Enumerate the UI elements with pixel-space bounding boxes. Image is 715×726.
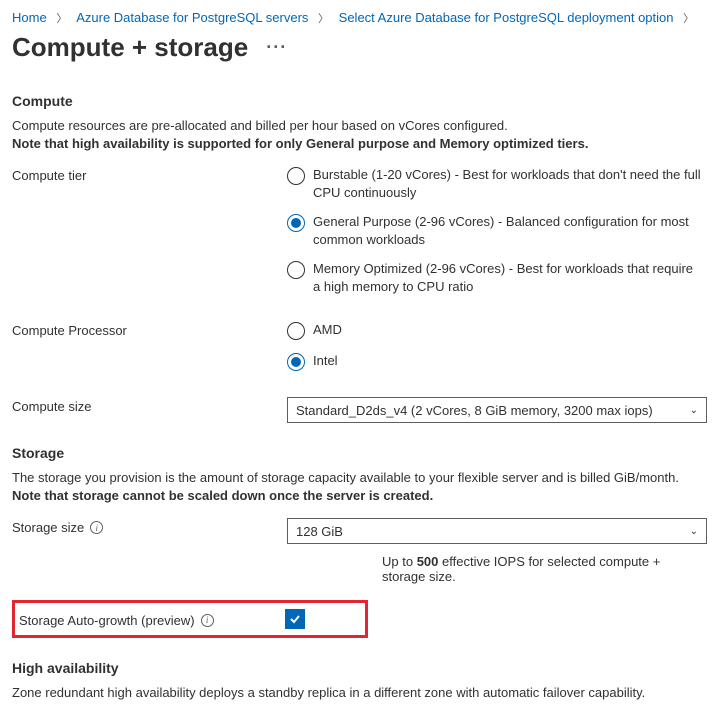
chevron-right-icon: 〉 [318,10,329,26]
storage-size-select[interactable]: 128 GiB ⌄ [287,518,707,544]
chevron-right-icon: 〉 [56,10,67,26]
radio-intel[interactable]: Intel [287,352,703,371]
storage-auto-growth-label: Storage Auto-growth (preview) i [19,611,285,628]
compute-size-select[interactable]: Standard_D2ds_v4 (2 vCores, 8 GiB memory… [287,397,707,423]
radio-icon [287,214,305,232]
radio-memory-optimized[interactable]: Memory Optimized (2-96 vCores) - Best fo… [287,260,703,295]
page-title-text: Compute + storage [12,32,248,63]
breadcrumb: Home 〉 Azure Database for PostgreSQL ser… [12,10,703,26]
chevron-down-icon: ⌄ [690,526,698,537]
storage-description: The storage you provision is the amount … [12,469,703,504]
storage-auto-growth-text: Storage Auto-growth (preview) [19,613,195,628]
iops-value: 500 [417,554,439,569]
radio-general-purpose[interactable]: General Purpose (2-96 vCores) - Balanced… [287,213,703,248]
more-actions-button[interactable]: ··· [266,37,287,58]
compute-tier-label: Compute tier [12,166,287,183]
compute-processor-label: Compute Processor [12,321,287,338]
storage-auto-growth-row: Storage Auto-growth (preview) i [12,600,368,638]
radio-icon [287,261,305,279]
storage-desc-line1: The storage you provision is the amount … [12,470,679,485]
compute-description: Compute resources are pre-allocated and … [12,117,703,152]
radio-label: General Purpose (2-96 vCores) - Balanced… [313,213,703,248]
storage-size-label: Storage size i [12,518,287,535]
radio-label: Burstable (1-20 vCores) - Best for workl… [313,166,703,201]
compute-desc-line1: Compute resources are pre-allocated and … [12,118,508,133]
breadcrumb-postgres-servers[interactable]: Azure Database for PostgreSQL servers [76,10,308,25]
storage-size-label-text: Storage size [12,520,84,535]
radio-label: Memory Optimized (2-96 vCores) - Best fo… [313,260,703,295]
radio-icon [287,353,305,371]
high-availability-description: Zone redundant high availability deploys… [12,684,703,702]
breadcrumb-home[interactable]: Home [12,10,47,25]
radio-icon [287,322,305,340]
radio-label: Intel [313,352,338,370]
iops-note: Up to 500 effective IOPS for selected co… [12,554,703,584]
compute-processor-group: AMD Intel [287,321,703,383]
select-value: Standard_D2ds_v4 (2 vCores, 8 GiB memory… [296,403,653,418]
compute-size-label: Compute size [12,397,287,414]
chevron-right-icon: 〉 [683,10,694,26]
storage-heading: Storage [12,445,703,461]
radio-icon [287,167,305,185]
storage-auto-growth-checkbox[interactable] [285,609,305,629]
compute-heading: Compute [12,93,703,109]
info-icon[interactable]: i [201,614,214,627]
info-icon[interactable]: i [90,521,103,534]
select-value: 128 GiB [296,524,343,539]
iops-pre: Up to [382,554,417,569]
chevron-down-icon: ⌄ [690,405,698,416]
radio-amd[interactable]: AMD [287,321,703,340]
compute-desc-line2: Note that high availability is supported… [12,136,588,151]
radio-burstable[interactable]: Burstable (1-20 vCores) - Best for workl… [287,166,703,201]
radio-label: AMD [313,321,342,339]
page-title: Compute + storage ··· [12,32,703,63]
high-availability-heading: High availability [12,660,703,676]
storage-desc-line2: Note that storage cannot be scaled down … [12,488,433,503]
breadcrumb-deployment-option[interactable]: Select Azure Database for PostgreSQL dep… [339,10,674,25]
compute-tier-group: Burstable (1-20 vCores) - Best for workl… [287,166,703,307]
